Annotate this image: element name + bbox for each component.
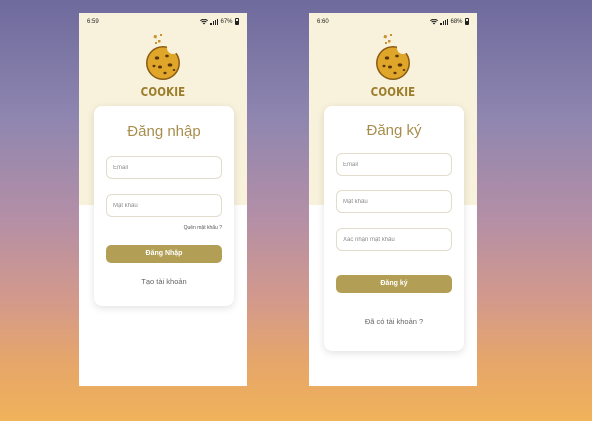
status-time: 6:60	[317, 18, 329, 25]
forgot-password-link[interactable]: Quên mật khẩu ?	[184, 225, 222, 231]
signal-icon	[210, 18, 219, 25]
cookie-logo-icon	[146, 34, 180, 80]
battery-icon	[464, 18, 469, 25]
brand-wordmark: COOKIE	[370, 84, 416, 99]
battery-percent: 67%	[220, 18, 233, 25]
register-title: Đăng ký	[366, 122, 422, 139]
battery-percent: 68%	[450, 18, 463, 25]
login-screen: 6:59 67% COOKIE Đăng nhập Quên mật khẩu …	[79, 13, 247, 386]
confirm-password-input[interactable]	[336, 228, 452, 251]
signal-icon	[440, 18, 449, 25]
status-bar: 6:59 67%	[79, 13, 247, 27]
register-screen: 6:60 68% COOKIE Đăng ký Đăng ký Đã có tà…	[309, 13, 477, 386]
cookie-logo-icon	[376, 34, 410, 80]
brand-wordmark: COOKIE	[140, 84, 186, 99]
wifi-icon	[430, 18, 439, 24]
email-input[interactable]	[336, 153, 452, 176]
login-card: Đăng nhập Quên mật khẩu ? Đăng Nhập Tạo …	[94, 106, 234, 306]
register-card: Đăng ký Đăng ký Đã có tài khoản ?	[324, 106, 464, 351]
login-button[interactable]: Đăng Nhập	[106, 245, 222, 263]
password-input[interactable]	[336, 190, 452, 213]
wifi-icon	[200, 18, 209, 24]
register-button[interactable]: Đăng ký	[336, 275, 452, 293]
have-account-link[interactable]: Đã có tài khoản ?	[324, 317, 464, 326]
status-bar: 6:60 68%	[309, 13, 477, 27]
login-title: Đăng nhập	[127, 123, 201, 140]
email-input[interactable]	[106, 156, 222, 179]
battery-icon	[234, 18, 239, 25]
status-time: 6:59	[87, 18, 99, 25]
create-account-link[interactable]: Tạo tài khoản	[94, 277, 234, 286]
password-input[interactable]	[106, 194, 222, 217]
